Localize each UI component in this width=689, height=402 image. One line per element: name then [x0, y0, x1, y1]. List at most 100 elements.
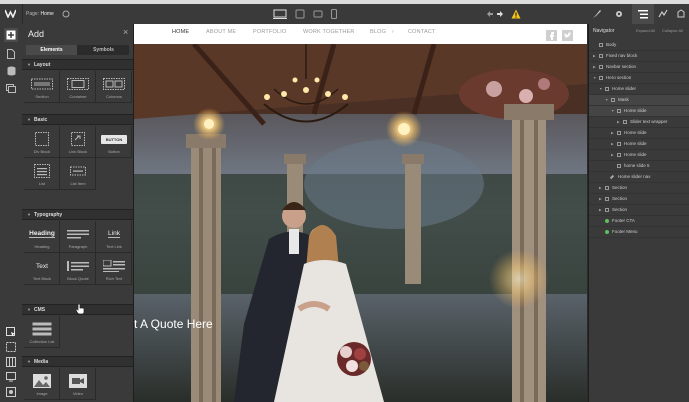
nav-link-contact[interactable]: CONTACT — [408, 29, 436, 35]
assets-button[interactable] — [4, 81, 18, 95]
navigator-item[interactable]: ▶ Home slide — [589, 150, 689, 161]
navigator-item[interactable]: ▶ Home slide — [589, 128, 689, 139]
navigator-item[interactable]: Home slider nav — [589, 172, 689, 183]
navigator-item[interactable]: ▶ Navbar section — [589, 62, 689, 73]
nav-link-blog[interactable]: BLOG › — [370, 29, 394, 35]
navigator-item[interactable]: Footer CTA — [589, 216, 689, 227]
add-panel-tabs: Elements Symbols — [26, 45, 129, 55]
navigator-item[interactable]: ▶ Section — [589, 194, 689, 205]
nav-link-work-together[interactable]: WORK TOGETHER — [303, 29, 355, 35]
add-collection-list-tile[interactable]: Collection List — [24, 316, 60, 348]
style-brush-icon[interactable] — [592, 9, 602, 19]
navigator-item[interactable]: ▼ Mask — [589, 95, 689, 106]
navigator-tab[interactable] — [632, 4, 654, 24]
help-button[interactable] — [4, 385, 18, 399]
add-button-tile[interactable]: BUTTON Button — [96, 126, 132, 158]
add-rich-text-tile[interactable]: Rich Text — [96, 253, 132, 285]
caret-down-icon[interactable]: ▼ — [605, 95, 608, 105]
navigator-item[interactable]: ▶ Slider text wrapper — [589, 117, 689, 128]
nav-link-home[interactable]: HOME — [172, 29, 189, 35]
undo-icon[interactable] — [486, 10, 494, 18]
mobile-portrait-breakpoint-icon[interactable] — [331, 9, 337, 19]
pages-button[interactable] — [4, 47, 18, 61]
add-list-item-tile[interactable]: List Item — [60, 158, 96, 190]
navigator-item[interactable]: Footer Menu — [589, 227, 689, 238]
collapse-all-link[interactable]: Collapse All — [662, 28, 683, 33]
warning-icon[interactable] — [511, 9, 521, 19]
section-header-typography[interactable]: ▼ Typography — [22, 209, 133, 220]
desktop-breakpoint-icon[interactable] — [273, 9, 287, 19]
grid-button[interactable] — [4, 355, 18, 369]
list-icon — [30, 164, 54, 178]
hero-heading[interactable]: t A Quote Here — [134, 317, 213, 331]
element-box-icon — [599, 65, 603, 69]
navigator-item[interactable]: ▶ Fixed nav block — [589, 51, 689, 62]
add-columns-tile[interactable]: Columns — [96, 71, 132, 103]
designer-canvas[interactable]: HOME ABOUT ME PORTFOLIO WORK TOGETHER BL… — [134, 24, 587, 402]
nav-link-portfolio[interactable]: PORTFOLIO — [253, 29, 286, 35]
navigator-select-button[interactable] — [4, 325, 18, 339]
caret-right-icon[interactable]: ▶ — [599, 183, 602, 193]
add-list-tile[interactable]: List — [24, 158, 60, 190]
expand-all-link[interactable]: Expand All — [636, 28, 655, 33]
element-box-icon — [605, 208, 609, 212]
navigator-item[interactable]: ▶ Home slide — [589, 139, 689, 150]
tile-label: Block Quote — [67, 276, 89, 281]
settings-gear-icon[interactable] — [614, 9, 624, 19]
add-paragraph-tile[interactable]: Paragraph — [60, 221, 96, 253]
add-block-quote-tile[interactable]: Block Quote — [60, 253, 96, 285]
caret-right-icon[interactable]: ▶ — [599, 205, 602, 215]
caret-right-icon[interactable]: ▶ — [611, 150, 614, 160]
navigator-item[interactable]: ▶ Section — [589, 183, 689, 194]
caret-right-icon[interactable]: ▶ — [599, 194, 602, 204]
caret-right-icon[interactable]: ▶ — [593, 62, 596, 72]
caret-down-icon[interactable]: ▼ — [593, 73, 596, 83]
add-text-link-tile[interactable]: Link Text Link — [96, 221, 132, 253]
caret-down-icon: ▼ — [27, 307, 31, 312]
section-header-basic[interactable]: ▼ Basic — [22, 114, 133, 125]
close-icon[interactable]: × — [123, 27, 128, 37]
section-header-media[interactable]: ▼ Media — [22, 356, 133, 367]
caret-right-icon[interactable]: ▶ — [611, 128, 614, 138]
tab-symbols[interactable]: Symbols — [78, 45, 129, 55]
navigator-item[interactable]: Body — [589, 40, 689, 51]
navigator-item[interactable]: home slide 5 — [589, 161, 689, 172]
redo-icon[interactable] — [496, 10, 504, 18]
add-container-tile[interactable]: Container — [60, 71, 96, 103]
ecommerce-icon[interactable] — [676, 9, 686, 19]
add-text-block-tile[interactable]: Text Text Block — [24, 253, 60, 285]
add-section-tile[interactable]: Section — [24, 71, 60, 103]
mobile-landscape-breakpoint-icon[interactable] — [313, 10, 323, 18]
add-heading-tile[interactable]: Heading Heading — [24, 221, 60, 253]
select-box-button[interactable] — [4, 340, 18, 354]
caret-down-icon[interactable]: ▼ — [611, 106, 614, 116]
tab-elements[interactable]: Elements — [26, 45, 77, 55]
tile-label: List — [38, 181, 46, 186]
navigator-item[interactable]: ▼ Home slider — [589, 84, 689, 95]
caret-down-icon[interactable]: ▼ — [599, 84, 602, 94]
navigator-item[interactable]: ▼ Home slide — [589, 106, 689, 117]
webflow-logo-icon[interactable] — [4, 7, 17, 20]
navigator-item[interactable]: ▶ Section — [589, 205, 689, 216]
section-header-layout[interactable]: ▼ Layout — [22, 59, 133, 70]
add-video-tile[interactable]: Video — [60, 368, 96, 400]
tablet-breakpoint-icon[interactable] — [295, 9, 305, 19]
add-div-block-tile[interactable]: Div Block — [24, 126, 60, 158]
caret-right-icon[interactable]: ▶ — [593, 51, 596, 61]
interactions-icon[interactable] — [658, 9, 668, 19]
page-label[interactable]: Page: Home — [26, 11, 54, 17]
nav-link-about[interactable]: ABOUT ME — [206, 29, 236, 35]
navigator-item[interactable]: ▼ Hero section — [589, 73, 689, 84]
cms-button[interactable] — [4, 64, 18, 78]
add-panel-button[interactable] — [4, 28, 18, 42]
caret-right-icon[interactable]: ▶ — [617, 117, 620, 127]
preview-button[interactable] — [4, 370, 18, 384]
refresh-icon[interactable] — [61, 9, 71, 19]
facebook-icon[interactable] — [546, 30, 557, 41]
add-image-tile[interactable]: Image — [24, 368, 60, 400]
add-link-block-tile[interactable]: Link Block — [60, 126, 96, 158]
tile-label: Container — [69, 94, 87, 99]
element-box-icon — [611, 98, 615, 102]
caret-right-icon[interactable]: ▶ — [611, 139, 614, 149]
twitter-icon[interactable] — [562, 30, 573, 41]
